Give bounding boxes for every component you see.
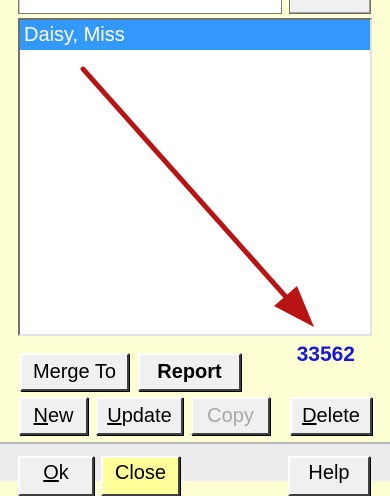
delete-accelerator: D — [302, 404, 317, 427]
report-button[interactable]: Report — [138, 353, 241, 391]
copy-button[interactable]: Copy — [191, 397, 270, 435]
record-count: 33562 — [296, 343, 355, 366]
merge-to-button[interactable]: Merge To — [20, 353, 129, 391]
close-button[interactable]: Close — [101, 456, 180, 496]
ok-accelerator: O — [43, 462, 59, 484]
new-accelerator: N — [33, 404, 48, 427]
ok-label: k — [58, 462, 69, 484]
list-item[interactable]: Daisy, Miss — [20, 20, 370, 50]
new-button[interactable]: New — [19, 397, 88, 435]
update-accelerator: U — [107, 404, 122, 427]
update-label: pdate — [121, 404, 172, 427]
new-label: ew — [47, 404, 74, 427]
delete-label: elete — [316, 404, 360, 427]
ok-button[interactable]: Ok — [18, 456, 94, 496]
help-button[interactable]: Help — [288, 456, 370, 496]
names-listbox[interactable]: Daisy, Miss — [18, 18, 372, 336]
delete-button[interactable]: Delete — [290, 397, 372, 435]
top-text-field[interactable] — [18, 0, 282, 14]
update-button[interactable]: Update — [96, 397, 183, 435]
top-button[interactable] — [289, 0, 371, 14]
